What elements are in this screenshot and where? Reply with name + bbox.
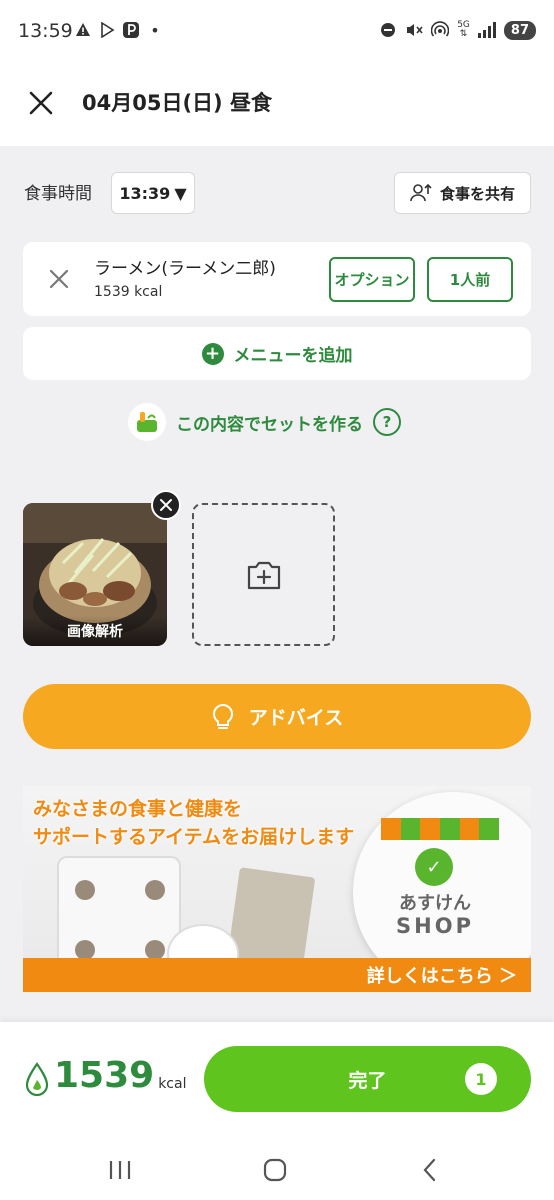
chevron-down-icon: ▼ bbox=[174, 183, 187, 203]
banner-shop-name: あすけん bbox=[399, 893, 471, 914]
battery-icon: 87 bbox=[503, 20, 536, 40]
menu-item-name: ラーメン(ラーメン二郎) bbox=[94, 259, 276, 279]
add-photo-button[interactable] bbox=[192, 503, 335, 646]
mute-icon bbox=[405, 20, 423, 40]
share-meal-button[interactable]: 食事を共有 bbox=[394, 172, 531, 214]
total-kcal-unit: kcal bbox=[158, 1076, 187, 1092]
image-analysis-label: 画像解析 bbox=[23, 616, 167, 646]
signal-icon bbox=[477, 22, 496, 38]
notification-icons: • bbox=[74, 20, 164, 40]
lightbulb-icon bbox=[212, 703, 233, 729]
status-time: 13:59 bbox=[18, 20, 73, 42]
header: 04月05日(日) 昼食 bbox=[0, 62, 554, 146]
remove-photo-button[interactable] bbox=[151, 490, 181, 520]
recent-apps-icon bbox=[109, 1161, 131, 1179]
do-not-disturb-icon bbox=[379, 20, 397, 40]
done-count-badge: 1 bbox=[465, 1063, 497, 1095]
total-kcal: 1539 kcal bbox=[24, 1056, 186, 1096]
banner-cta-link[interactable]: 詳しくはこちら ＞ bbox=[367, 962, 517, 988]
meal-photo[interactable]: 画像解析 bbox=[23, 503, 167, 646]
banner-awning bbox=[381, 818, 500, 840]
status-bar: 13:59 • 5G ⇅ 87 bbox=[0, 0, 554, 62]
warning-icon bbox=[74, 20, 92, 40]
home-icon bbox=[263, 1158, 287, 1182]
banner-headline-2: サポートするアイテムをお届けします bbox=[33, 826, 355, 848]
menu-item-card: ラーメン(ラーメン二郎) 1539 kcal オプション 1人前 bbox=[23, 242, 531, 316]
network-type-icon: 5G ⇅ bbox=[457, 20, 470, 39]
dot-icon: • bbox=[150, 20, 160, 40]
recent-apps-button[interactable] bbox=[100, 1150, 140, 1190]
page-title: 04月05日(日) 昼食 bbox=[82, 91, 272, 115]
calorie-drop-icon bbox=[25, 1062, 49, 1096]
option-button[interactable]: オプション bbox=[329, 257, 415, 302]
play-store-icon bbox=[98, 20, 116, 40]
meal-time-dropdown[interactable]: 13:39 ▼ bbox=[111, 172, 195, 214]
add-menu-button[interactable]: + メニューを追加 bbox=[23, 327, 531, 380]
serving-button[interactable]: 1人前 bbox=[427, 257, 513, 302]
system-icons: 5G ⇅ 87 bbox=[379, 20, 536, 40]
grain-bag-image bbox=[226, 867, 316, 973]
remove-icon bbox=[49, 269, 69, 289]
advice-label: アドバイス bbox=[248, 707, 344, 729]
back-button[interactable] bbox=[410, 1150, 450, 1190]
home-button[interactable] bbox=[255, 1150, 295, 1190]
back-icon bbox=[423, 1158, 436, 1182]
done-label: 完了 bbox=[348, 1069, 387, 1092]
share-user-icon bbox=[410, 183, 432, 202]
plus-icon: + bbox=[201, 342, 224, 365]
close-icon bbox=[29, 91, 53, 115]
total-kcal-value: 1539 bbox=[54, 1055, 155, 1096]
meal-time-label: 食事時間 bbox=[24, 184, 92, 204]
shop-banner[interactable]: ✓ あすけん SHOP みなさまの食事と健康を サポートするアイテムをお届けしま… bbox=[23, 786, 531, 992]
share-meal-label: 食事を共有 bbox=[439, 184, 515, 203]
advice-button[interactable]: アドバイス bbox=[23, 684, 531, 749]
system-nav-bar bbox=[0, 1140, 554, 1200]
parking-app-icon bbox=[122, 20, 140, 40]
meal-set-icon bbox=[128, 403, 166, 441]
remove-item-button[interactable] bbox=[47, 267, 71, 291]
hotspot-icon bbox=[431, 20, 450, 40]
close-icon bbox=[160, 499, 172, 511]
close-button[interactable] bbox=[24, 86, 58, 120]
bottom-bar: 1539 kcal 完了 1 bbox=[0, 1022, 554, 1140]
done-button[interactable]: 完了 1 bbox=[204, 1046, 531, 1112]
banner-shop-label: SHOP bbox=[396, 914, 474, 938]
menu-item-kcal: 1539 kcal bbox=[94, 284, 163, 300]
banner-headline-1: みなさまの食事と健康を bbox=[33, 798, 243, 820]
help-icon[interactable]: ? bbox=[373, 408, 401, 436]
add-camera-icon bbox=[247, 561, 280, 589]
make-set-link[interactable]: この内容でセットを作る ? bbox=[128, 402, 401, 442]
asken-logo-icon: ✓ bbox=[415, 848, 453, 886]
make-set-label: この内容でセットを作る bbox=[176, 414, 363, 435]
meal-time-value: 13:39 bbox=[119, 183, 171, 203]
add-menu-label: メニューを追加 bbox=[233, 346, 353, 366]
